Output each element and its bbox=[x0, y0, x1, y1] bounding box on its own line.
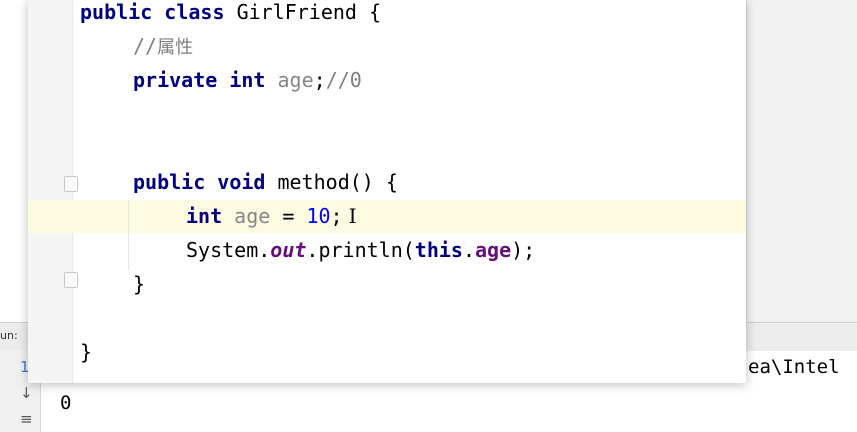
field-reference: age bbox=[475, 238, 512, 262]
code-line-println[interactable]: System.out.println(this.age); bbox=[186, 234, 535, 267]
code-line-field-declaration[interactable]: private int age;//0 bbox=[133, 64, 362, 97]
dot: . bbox=[462, 238, 476, 262]
brace: } bbox=[133, 272, 146, 296]
local-variable: age bbox=[234, 204, 271, 228]
code-line-class-close[interactable]: } bbox=[80, 336, 92, 369]
brace: { bbox=[369, 0, 382, 24]
code-line-method-declaration[interactable]: public void method() { bbox=[133, 166, 398, 199]
call-end: ); bbox=[511, 238, 536, 262]
comment-text: 属性 bbox=[157, 37, 194, 58]
method-name: method bbox=[277, 170, 350, 194]
keyword: int bbox=[186, 204, 223, 228]
keyword: public bbox=[133, 170, 206, 194]
soft-wrap-icon[interactable]: ≡ bbox=[20, 410, 33, 428]
code-preview-popup[interactable]: public class GirlFriend { //属性 private i… bbox=[28, 0, 746, 383]
this-keyword: this bbox=[414, 238, 463, 262]
indent-guide bbox=[128, 200, 129, 270]
keyword: private bbox=[133, 68, 218, 92]
system-class: System. bbox=[186, 238, 271, 262]
scroll-down-icon[interactable]: ↓ bbox=[20, 384, 33, 402]
fold-end-marker-icon[interactable] bbox=[64, 272, 78, 288]
scrollbar-area bbox=[746, 0, 857, 322]
keyword: void bbox=[217, 170, 266, 194]
static-field: out bbox=[270, 238, 307, 262]
field-name: age bbox=[277, 68, 314, 92]
semicolon: ; bbox=[330, 204, 343, 228]
run-tool-label: un: bbox=[0, 329, 18, 342]
code-line-method-close[interactable]: } bbox=[133, 268, 145, 301]
brace: } bbox=[80, 340, 93, 364]
code-line-comment[interactable]: //属性 bbox=[133, 30, 193, 63]
console-command-line: ea\Intel bbox=[748, 356, 840, 378]
keyword: class bbox=[164, 0, 225, 24]
text-cursor-icon: I bbox=[348, 204, 357, 228]
console-output: 0 bbox=[60, 392, 72, 414]
keyword: public bbox=[80, 0, 153, 24]
keyword: int bbox=[229, 68, 266, 92]
semicolon: ; bbox=[313, 68, 326, 92]
method-call: .println( bbox=[306, 238, 415, 262]
operator: = bbox=[282, 204, 295, 228]
class-name: GirlFriend bbox=[236, 0, 357, 24]
fold-marker-icon[interactable] bbox=[64, 176, 78, 192]
comment-slashes: // bbox=[133, 34, 158, 58]
comment: //0 bbox=[325, 68, 362, 92]
current-line-highlight bbox=[28, 200, 746, 233]
code-line-class-declaration[interactable]: public class GirlFriend { bbox=[80, 0, 381, 29]
number-literal: 10 bbox=[306, 204, 331, 228]
code-line-local-variable[interactable]: int age = 10; I bbox=[186, 200, 356, 233]
parens-brace: () { bbox=[349, 170, 398, 194]
